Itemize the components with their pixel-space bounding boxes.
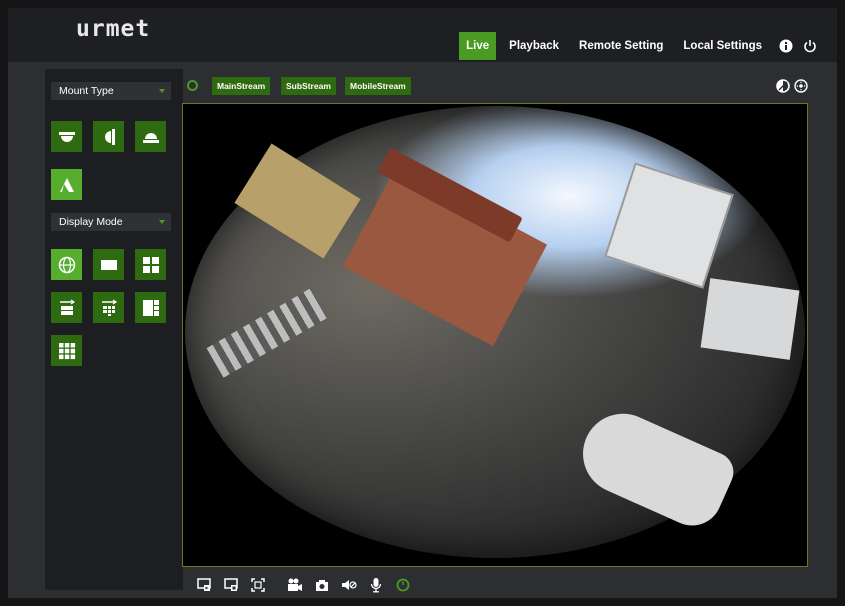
substream-button[interactable]: SubStream xyxy=(281,77,336,95)
refresh-icon[interactable] xyxy=(187,80,198,91)
fisheye-view-icon[interactable] xyxy=(51,249,82,280)
mount-type-label: Mount Type xyxy=(59,85,114,97)
top-bar: urmet Live Playback Remote Setting Local… xyxy=(8,8,837,62)
nine-grid-icon[interactable] xyxy=(51,335,82,366)
scene-crosswalk xyxy=(206,288,328,378)
refresh-icon[interactable] xyxy=(395,577,411,593)
ptz-control-icon[interactable] xyxy=(794,79,808,98)
mobilestream-button[interactable]: MobileStream xyxy=(345,77,411,95)
power-icon[interactable] xyxy=(803,39,817,53)
nav-playback[interactable]: Playback xyxy=(502,32,566,60)
fullscreen-icon[interactable] xyxy=(250,577,266,593)
bottom-toolbar xyxy=(196,574,422,596)
scene-box-camera-2 xyxy=(700,278,800,360)
nav-live[interactable]: Live xyxy=(459,32,497,60)
display-mode-select[interactable]: Display Mode xyxy=(51,213,171,231)
info-icon[interactable] xyxy=(779,39,793,53)
stream-bar: MainStream SubStream MobileStream xyxy=(184,77,824,99)
record-icon[interactable] xyxy=(287,577,303,593)
scene-camera-housing xyxy=(570,400,740,536)
close-all-icon[interactable] xyxy=(223,577,239,593)
quad-view-icon[interactable] xyxy=(135,249,166,280)
app-frame: urmet Live Playback Remote Setting Local… xyxy=(8,8,837,598)
one-plus-three-icon[interactable] xyxy=(135,292,166,323)
ceiling-mount-icon[interactable] xyxy=(51,121,82,152)
talk-icon[interactable] xyxy=(368,577,384,593)
panorama-view-icon[interactable] xyxy=(93,249,124,280)
color-adjust-icon[interactable] xyxy=(776,79,790,98)
wall-mount-icon[interactable] xyxy=(93,121,124,152)
nav-remote-setting[interactable]: Remote Setting xyxy=(572,32,670,60)
main-nav: Live Playback Remote Setting Local Setti… xyxy=(453,32,817,60)
sidebar: Mount Type Display Mode xyxy=(45,69,183,590)
scene-building-yellow xyxy=(234,143,361,259)
mount-type-select[interactable]: Mount Type xyxy=(51,82,171,100)
live-video-view[interactable] xyxy=(182,103,808,567)
snapshot-icon[interactable] xyxy=(314,577,330,593)
mainstream-button[interactable]: MainStream xyxy=(212,77,271,95)
fisheye-image xyxy=(185,106,805,558)
scene-box-camera xyxy=(604,162,734,289)
display-mode-label: Display Mode xyxy=(59,216,123,228)
open-all-icon[interactable] xyxy=(196,577,212,593)
urmet-logo: urmet xyxy=(76,16,151,42)
split-panorama-icon[interactable] xyxy=(51,292,82,323)
split-panorama-grid-icon[interactable] xyxy=(93,292,124,323)
nav-local-settings[interactable]: Local Settings xyxy=(676,32,769,60)
mute-icon[interactable] xyxy=(341,577,357,593)
chevron-down-icon xyxy=(159,220,165,224)
tilt-mount-icon[interactable] xyxy=(51,169,82,200)
table-mount-icon[interactable] xyxy=(135,121,166,152)
chevron-down-icon xyxy=(159,89,165,93)
